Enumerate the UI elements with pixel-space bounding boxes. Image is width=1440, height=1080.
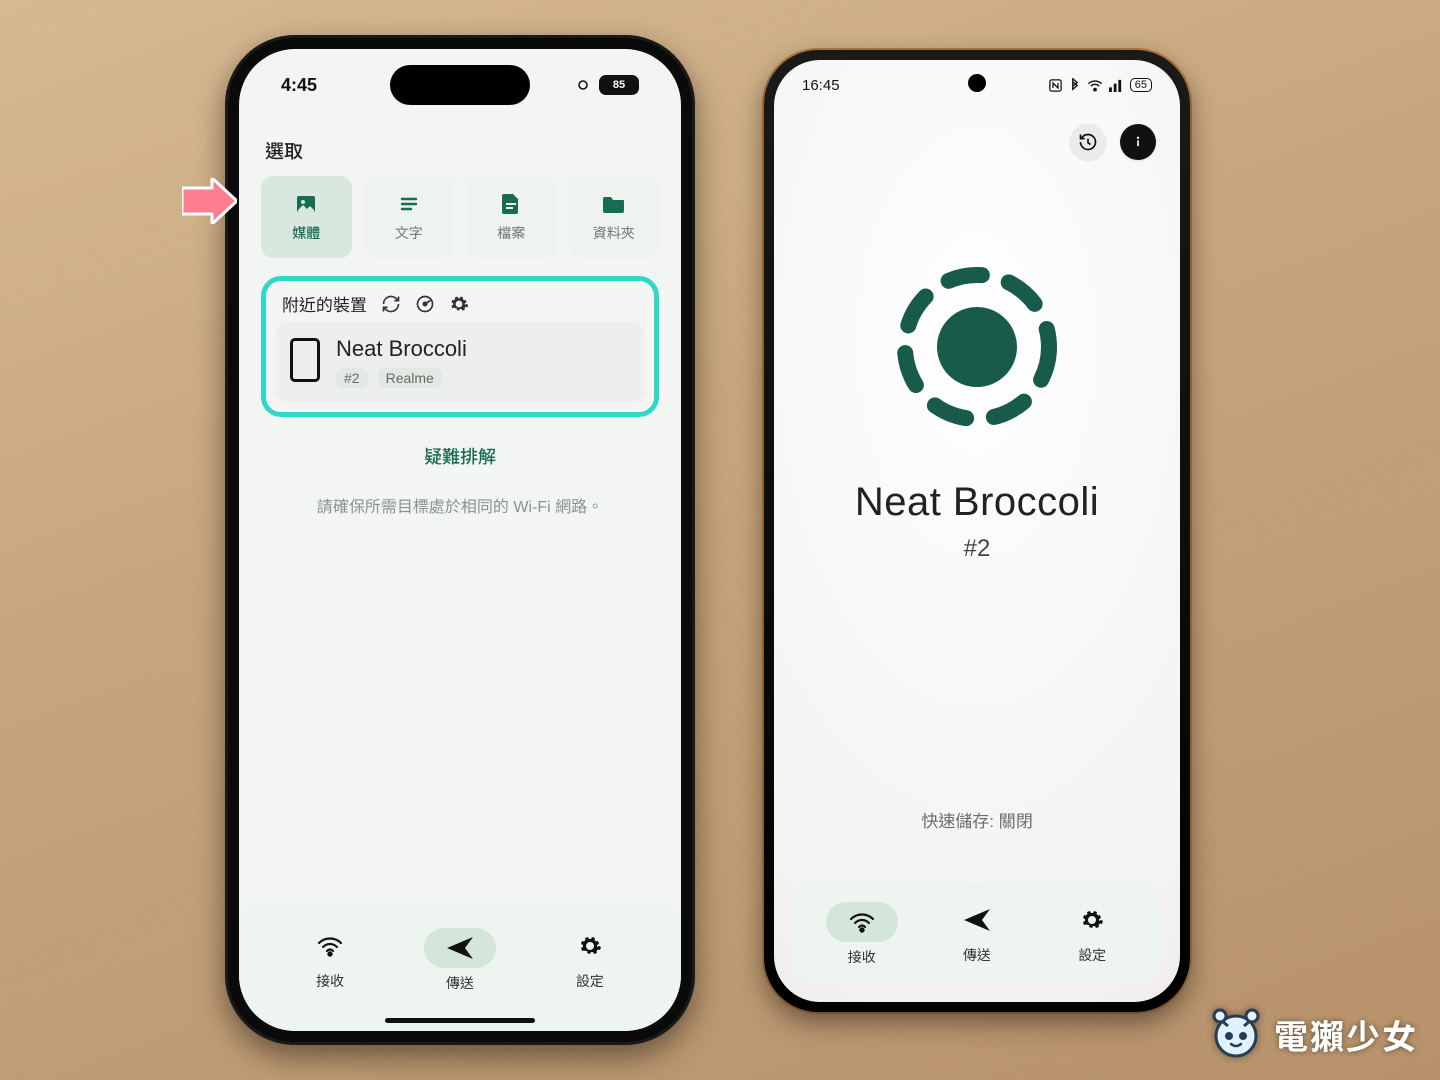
file-icon bbox=[498, 191, 524, 217]
media-tab-text[interactable]: 文字 bbox=[364, 176, 455, 258]
tab-send[interactable]: 傳送 bbox=[941, 900, 1013, 965]
wifi-icon bbox=[1087, 79, 1103, 92]
media-tab-label: 媒體 bbox=[292, 223, 320, 243]
radar-icon[interactable] bbox=[415, 294, 435, 314]
refresh-icon[interactable] bbox=[381, 294, 401, 314]
nearby-title: 附近的裝置 bbox=[282, 291, 367, 316]
nfc-icon bbox=[1048, 78, 1063, 93]
device-id-subtitle: #2 bbox=[964, 535, 991, 563]
media-tab-label: 資料夾 bbox=[593, 223, 635, 243]
wifi-icon bbox=[317, 935, 343, 957]
text-lines-icon bbox=[396, 191, 422, 217]
media-tab-label: 文字 bbox=[395, 223, 423, 243]
tab-settings[interactable]: 設定 bbox=[1056, 900, 1128, 965]
home-indicator bbox=[385, 1018, 535, 1023]
bluetooth-icon bbox=[1069, 78, 1081, 93]
android-time: 16:45 bbox=[802, 77, 840, 94]
troubleshoot-link[interactable]: 疑難排解 bbox=[261, 443, 659, 469]
ios-bottom-tabbar: 接收 傳送 設定 bbox=[239, 901, 681, 1031]
info-button[interactable] bbox=[1120, 124, 1156, 160]
iphone-device-frame: 4:45 85 選取 媒體 bbox=[225, 35, 695, 1045]
tab-send[interactable]: 傳送 bbox=[424, 923, 496, 993]
tab-label: 設定 bbox=[1078, 945, 1106, 965]
watermark-text: 電獺少女 bbox=[1274, 1010, 1418, 1059]
device-name-title: Neat Broccoli bbox=[855, 480, 1099, 525]
tab-label: 接收 bbox=[848, 947, 876, 967]
media-tab-file[interactable]: 檔案 bbox=[466, 176, 557, 258]
android-battery: 65 bbox=[1130, 78, 1152, 92]
ios-time: 4:45 bbox=[281, 75, 317, 96]
iphone-screen: 4:45 85 選取 媒體 bbox=[239, 49, 681, 1031]
tab-receive[interactable]: 接收 bbox=[294, 926, 366, 991]
android-screen: 16:45 65 bbox=[774, 60, 1180, 1002]
watermark: 電獺少女 bbox=[1208, 1006, 1418, 1062]
gear-icon bbox=[578, 934, 602, 958]
media-type-row: 媒體 文字 檔案 資料 bbox=[261, 176, 659, 258]
tab-receive[interactable]: 接收 bbox=[826, 897, 898, 967]
media-tab-label: 檔案 bbox=[497, 223, 525, 243]
android-device-frame: 16:45 65 bbox=[764, 50, 1190, 1012]
nearby-devices-panel: 附近的裝置 Neat Broccoli bbox=[261, 276, 659, 417]
link-icon bbox=[573, 78, 593, 92]
tab-label: 設定 bbox=[576, 971, 604, 991]
quick-save-status: 快速儲存: 關閉 bbox=[774, 807, 1180, 832]
tab-label: 傳送 bbox=[446, 973, 474, 993]
send-icon bbox=[962, 907, 992, 933]
dynamic-island bbox=[390, 65, 530, 105]
image-icon bbox=[293, 191, 319, 217]
device-tag: Realme bbox=[378, 368, 442, 388]
tab-label: 接收 bbox=[316, 971, 344, 991]
gear-icon bbox=[1080, 908, 1104, 932]
gear-icon[interactable] bbox=[449, 294, 469, 314]
android-status-bar: 16:45 65 bbox=[774, 72, 1180, 98]
media-tab-media[interactable]: 媒體 bbox=[261, 176, 352, 258]
tab-label: 傳送 bbox=[963, 945, 991, 965]
app-logo-icon bbox=[882, 252, 1072, 442]
send-icon bbox=[445, 935, 475, 961]
nearby-device-card[interactable]: Neat Broccoli #2 Realme bbox=[276, 322, 644, 402]
android-bottom-tabbar: 接收 傳送 設定 bbox=[792, 882, 1162, 982]
signal-icon bbox=[1109, 79, 1124, 92]
mascot-icon bbox=[1208, 1006, 1264, 1062]
folder-icon bbox=[601, 191, 627, 217]
wifi-icon bbox=[849, 911, 875, 933]
tab-settings[interactable]: 設定 bbox=[554, 926, 626, 991]
wifi-hint-text: 請確保所需目標處於相同的 Wi-Fi 網路。 bbox=[261, 493, 659, 517]
media-tab-folder[interactable]: 資料夾 bbox=[569, 176, 660, 258]
device-tag: #2 bbox=[336, 368, 368, 388]
device-name: Neat Broccoli bbox=[336, 336, 467, 362]
phone-icon bbox=[290, 338, 320, 382]
pointer-arrow-annotation bbox=[182, 178, 237, 224]
history-button[interactable] bbox=[1070, 124, 1106, 160]
section-title: 選取 bbox=[265, 137, 655, 164]
ios-battery: 85 bbox=[599, 75, 639, 95]
